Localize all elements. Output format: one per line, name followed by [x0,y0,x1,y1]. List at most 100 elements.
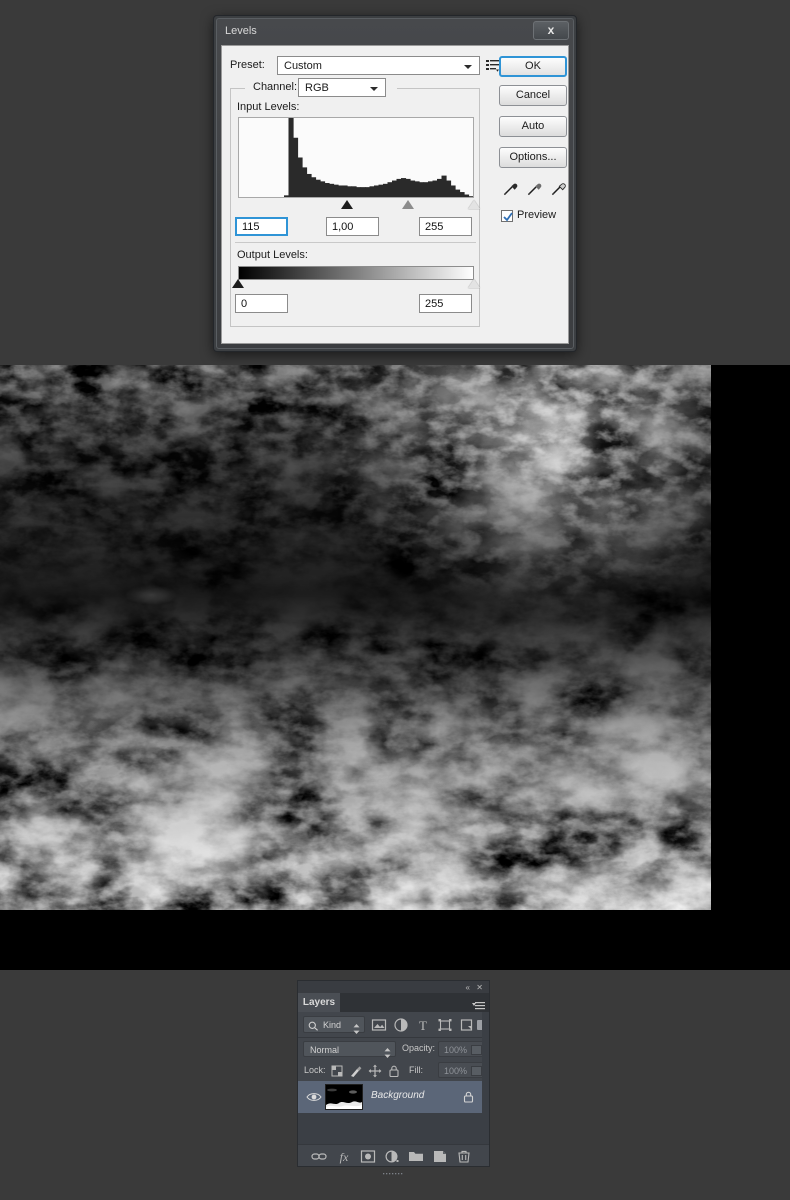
preset-row: Preset: Custom [230,56,499,76]
check-icon [503,212,513,222]
close-icon[interactable]: ✕ [476,983,483,992]
output-gradient-bar [238,266,474,280]
blend-mode-row: Normal Opacity: 100% [298,1038,489,1060]
new-group-icon[interactable] [408,1149,424,1164]
filter-kind-label: Kind [323,1020,342,1030]
dialog-title: Levels [225,25,257,37]
lock-all-icon[interactable] [387,1064,401,1078]
blend-mode-value: Normal [310,1045,340,1055]
layers-scrollbar[interactable] [482,1012,489,1144]
link-layers-icon[interactable] [311,1149,327,1164]
output-levels-slider[interactable] [232,279,480,292]
add-layer-style-icon[interactable]: fx [336,1149,352,1164]
opacity-dropdown-arrow[interactable] [471,1045,482,1055]
lock-row: Lock: Fill: 100% [298,1060,489,1081]
white-point-slider[interactable] [468,200,480,209]
ok-button[interactable]: OK [499,56,567,77]
close-button[interactable]: x [533,21,569,40]
output-white-field[interactable]: 255 [419,294,472,313]
chevron-down-icon [370,87,378,91]
input-gamma-field[interactable]: 1,00 [326,217,379,236]
type-layer-filter-icon[interactable]: T [415,1017,431,1033]
output-black-slider[interactable] [232,279,244,288]
tab-layers[interactable]: Layers [298,993,340,1012]
preview-checkbox[interactable] [501,210,513,222]
set-white-point-eyedropper-icon[interactable] [550,179,568,197]
chevron-updown-icon [353,1021,360,1039]
layer-row-background[interactable]: Background [298,1081,489,1113]
dialog-body: Preset: Custom Channel: RGB Input Levels… [221,45,569,344]
channel-label: Channel: [250,81,301,93]
lock-position-icon[interactable] [368,1064,382,1078]
set-gray-point-eyedropper-icon[interactable] [526,179,544,197]
chevron-down-icon [464,65,472,69]
eyedropper-group [502,179,568,199]
collapse-icon[interactable]: « [466,983,470,992]
output-levels-label: Output Levels: [237,249,308,261]
gamma-slider[interactable] [401,200,414,209]
layers-panel[interactable]: « ✕ Layers Kind T Normal Opacity: 100% L… [297,980,490,1175]
cancel-button[interactable]: Cancel [499,85,567,106]
fill-field[interactable]: 100% [438,1062,486,1078]
layer-name[interactable]: Background [371,1090,424,1101]
histogram-plot [239,118,473,197]
document-canvas[interactable] [0,365,790,970]
input-levels-label: Input Levels: [237,101,300,113]
preset-label: Preset: [230,59,265,71]
input-white-field[interactable]: 255 [419,217,472,236]
svg-text:T: T [419,1018,427,1033]
dialog-titlebar[interactable]: Levels x [217,19,573,45]
levels-fieldset: Channel: RGB Input Levels: 115 1,00 255 … [230,78,480,327]
levels-dialog[interactable]: Levels x Preset: Custom Channel: RGB Inp… [213,15,577,352]
input-black-field[interactable]: 115 [235,217,288,236]
cloud-image [0,365,711,910]
blend-mode-dropdown[interactable]: Normal [303,1041,396,1058]
lock-transparent-pixels-icon[interactable] [330,1064,344,1078]
delete-layer-icon[interactable] [456,1149,472,1164]
new-adjustment-layer-icon[interactable] [384,1149,400,1164]
lock-icon[interactable] [462,1090,475,1104]
add-layer-mask-icon[interactable] [360,1149,376,1164]
panel-menu-icon[interactable] [472,998,485,1010]
shape-layer-filter-icon[interactable] [437,1017,453,1033]
opacity-label: Opacity: [402,1043,436,1053]
channel-dropdown[interactable]: RGB [298,78,386,97]
output-white-slider[interactable] [468,279,480,288]
black-point-slider[interactable] [340,200,353,209]
search-icon [308,1021,318,1031]
lock-label: Lock: [304,1065,326,1075]
layer-thumbnail[interactable] [325,1084,363,1110]
preset-value: Custom [284,60,322,72]
options-button[interactable]: Options... [499,147,567,168]
panel-resize-grip[interactable] [382,1163,405,1175]
output-black-field[interactable]: 0 [235,294,288,313]
layer-filter-row: Kind T [298,1012,489,1038]
auto-button[interactable]: Auto [499,116,567,137]
layers-bottom-toolbar: fx [298,1144,489,1175]
opacity-field[interactable]: 100% [438,1041,486,1057]
eye-icon[interactable] [306,1090,322,1104]
fill-label: Fill: [409,1065,423,1075]
histogram[interactable] [238,117,474,198]
new-layer-icon[interactable] [432,1149,448,1164]
fill-value: 100% [444,1066,468,1076]
svg-text:fx: fx [340,1150,349,1164]
panel-topbar: « ✕ [298,981,489,993]
channel-value: RGB [305,82,329,94]
preset-options-icon[interactable] [486,59,499,72]
opacity-value: 100% [444,1045,468,1055]
divider [235,242,476,243]
filter-kind-dropdown[interactable]: Kind [303,1016,365,1034]
smart-object-filter-icon[interactable] [459,1017,475,1033]
photoshop-screen: Levels x Preset: Custom Channel: RGB Inp… [0,0,790,1200]
dialog-frame: Levels x Preset: Custom Channel: RGB Inp… [216,18,574,349]
fill-dropdown-arrow[interactable] [471,1066,482,1076]
lock-image-pixels-icon[interactable] [349,1064,363,1078]
adjustment-layer-filter-icon[interactable] [393,1017,409,1033]
preset-dropdown[interactable]: Custom [277,56,480,75]
set-black-point-eyedropper-icon[interactable] [502,179,520,197]
pixel-layer-filter-icon[interactable] [371,1017,387,1033]
preview-label: Preview [517,209,557,221]
input-levels-slider[interactable] [238,200,480,213]
panel-tab-strip: Layers [298,993,489,1012]
